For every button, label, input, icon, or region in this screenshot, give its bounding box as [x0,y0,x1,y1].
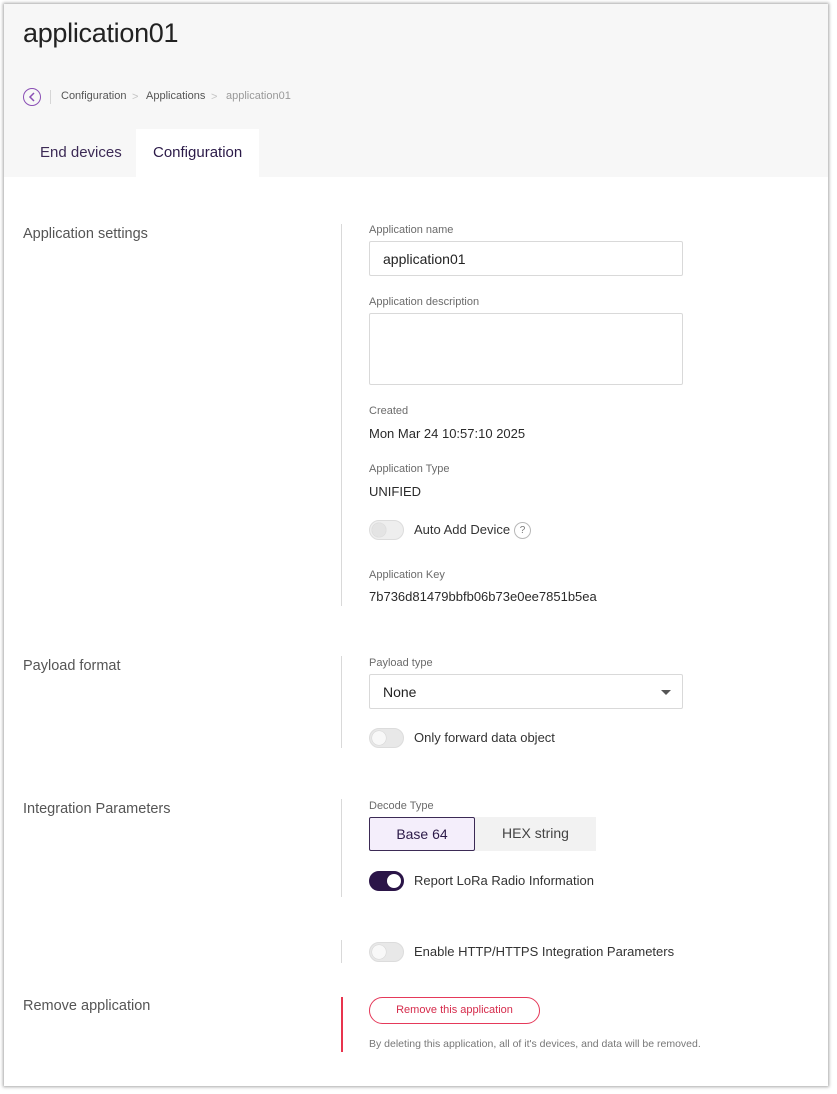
auto-add-device-toggle[interactable] [369,520,404,540]
page-header: application01 Configuration > Applicatio… [4,4,828,177]
section-remove-application: Remove application [23,998,151,1014]
decode-type-label: Decode Type [369,800,434,812]
section-divider [341,940,342,963]
breadcrumb-divider [50,90,51,104]
chevron-left-icon [28,92,35,102]
decode-option-base64[interactable]: Base 64 [369,817,475,851]
section-payload-format: Payload format [23,658,121,674]
payload-type-select[interactable]: None [369,674,683,709]
app-window: application01 Configuration > Applicatio… [4,4,828,1086]
chevron-right-icon: > [211,91,218,103]
back-button[interactable] [23,88,41,106]
section-divider [341,656,342,748]
application-key-label: Application Key [369,569,445,581]
report-lora-label: Report LoRa Radio Information [414,873,594,888]
section-divider [341,799,342,897]
help-icon[interactable]: ? [514,522,531,539]
application-name-label: Application name [369,224,454,236]
payload-type-value: None [383,684,417,700]
http-integration-label: Enable HTTP/HTTPS Integration Parameters [414,944,675,959]
section-divider [341,224,342,606]
http-integration-toggle[interactable] [369,942,404,962]
application-key-value: 7b736d81479bbfb06b73e0ee7851b5ea [369,589,597,604]
caret-down-icon [661,690,671,695]
breadcrumb-item-configuration[interactable]: Configuration [61,90,126,102]
only-forward-data-label: Only forward data object [414,730,555,745]
toggle-knob [372,731,386,745]
tab-end-devices[interactable]: End devices [23,129,139,177]
tab-configuration[interactable]: Configuration [136,129,260,177]
danger-divider [341,997,343,1052]
only-forward-data-toggle[interactable] [369,728,404,748]
report-lora-toggle[interactable] [369,871,404,891]
remove-application-note: By deleting this application, all of it'… [369,1038,701,1050]
remove-application-button[interactable]: Remove this application [369,997,540,1024]
toggle-knob [372,523,386,537]
application-name-input[interactable] [369,241,683,276]
section-integration-parameters: Integration Parameters [23,801,171,817]
payload-type-label: Payload type [369,657,433,669]
created-value: Mon Mar 24 10:57:10 2025 [369,426,526,441]
application-description-label: Application description [369,296,480,308]
auto-add-device-label: Auto Add Device [414,522,511,537]
created-label: Created [369,405,409,417]
chevron-right-icon: > [132,91,139,103]
application-type-label: Application Type [369,463,450,475]
breadcrumb-item-current: application01 [226,90,291,102]
toggle-knob [372,945,386,959]
toggle-knob [387,874,401,888]
page-title: application01 [23,18,179,48]
decode-option-hex[interactable]: HEX string [475,817,596,851]
application-description-textarea[interactable] [369,313,683,385]
section-application-settings: Application settings [23,226,148,242]
application-type-value: UNIFIED [369,484,421,499]
breadcrumb-item-applications[interactable]: Applications [146,90,205,102]
